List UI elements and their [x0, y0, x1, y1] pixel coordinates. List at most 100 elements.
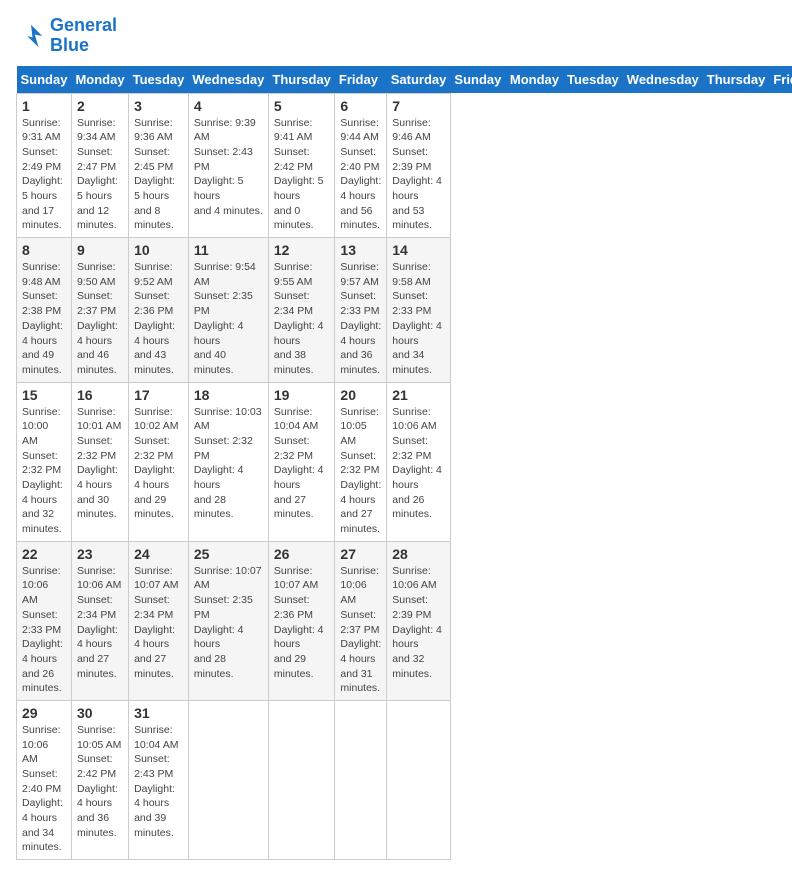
day-info: Sunrise: 10:07 AMSunset: 2:35 PMDaylight… [194, 564, 263, 682]
calendar-table: SundayMondayTuesdayWednesdayThursdayFrid… [16, 66, 792, 861]
calendar-day-cell [335, 700, 387, 859]
day-info: Sunrise: 9:58 AMSunset: 2:33 PMDaylight:… [392, 260, 445, 378]
calendar-day-cell: 23 Sunrise: 10:06 AMSunset: 2:34 PMDaylig… [71, 541, 128, 700]
day-number: 27 [340, 546, 381, 562]
calendar-day-cell: 5 Sunrise: 9:41 AMSunset: 2:42 PMDaylight… [268, 93, 335, 238]
day-number: 17 [134, 387, 183, 403]
day-info: Sunrise: 10:06 AMSunset: 2:37 PMDaylight… [340, 564, 381, 696]
calendar-day-cell: 6 Sunrise: 9:44 AMSunset: 2:40 PMDaylight… [335, 93, 387, 238]
day-info: Sunrise: 9:50 AMSunset: 2:37 PMDaylight:… [77, 260, 123, 378]
calendar-day-cell: 2Sunrise: 9:34 AMSunset: 2:47 PMDaylight… [71, 93, 128, 238]
header: General Blue [16, 16, 776, 56]
day-info: Sunrise: 10:04 AMSunset: 2:32 PMDaylight… [274, 405, 330, 523]
weekday-header-tuesday: Tuesday [563, 66, 623, 94]
weekday-header-wednesday: Wednesday [623, 66, 703, 94]
calendar-day-cell: 30 Sunrise: 10:05 AMSunset: 2:42 PMDaylig… [71, 700, 128, 859]
header-thursday: Thursday [268, 66, 335, 94]
calendar-day-cell: 15 Sunrise: 10:00 AMSunset: 2:32 PMDaylig… [17, 382, 72, 541]
calendar-week-row: 22 Sunrise: 10:06 AMSunset: 2:33 PMDaylig… [17, 541, 792, 700]
logo-text: General Blue [50, 16, 117, 56]
day-number: 31 [134, 705, 183, 721]
day-info: Sunrise: 10:06 AMSunset: 2:34 PMDaylight… [77, 564, 123, 682]
day-info: Sunrise: 10:06 AMSunset: 2:39 PMDaylight… [392, 564, 445, 682]
weekday-header-sunday: Sunday [450, 66, 505, 94]
calendar-day-cell: 7 Sunrise: 9:46 AMSunset: 2:39 PMDaylight… [387, 93, 451, 238]
day-info: Sunrise: 10:01 AMSunset: 2:32 PMDaylight… [77, 405, 123, 523]
day-info: Sunrise: 10:00 AMSunset: 2:32 PMDaylight… [22, 405, 66, 537]
day-number: 21 [392, 387, 445, 403]
day-info: Sunrise: 9:39 AMSunset: 2:43 PMDaylight:… [194, 116, 263, 219]
day-number: 25 [194, 546, 263, 562]
day-info: Sunrise: 9:57 AMSunset: 2:33 PMDaylight:… [340, 260, 381, 378]
day-number: 22 [22, 546, 66, 562]
day-number: 8 [22, 242, 66, 258]
day-info: Sunrise: 10:06 AMSunset: 2:33 PMDaylight… [22, 564, 66, 696]
calendar-week-row: 1 Sunrise: 9:31 AMSunset: 2:49 PMDaylight… [17, 93, 792, 238]
day-info: Sunrise: 10:05 AMSunset: 2:42 PMDaylight… [77, 723, 123, 841]
calendar-day-cell: 25 Sunrise: 10:07 AMSunset: 2:35 PMDaylig… [188, 541, 268, 700]
day-number: 12 [274, 242, 330, 258]
calendar-day-cell: 31 Sunrise: 10:04 AMSunset: 2:43 PMDaylig… [129, 700, 189, 859]
weekday-header-friday: Friday [769, 66, 792, 94]
calendar-day-cell: 26 Sunrise: 10:07 AMSunset: 2:36 PMDaylig… [268, 541, 335, 700]
day-info: Sunrise: 9:41 AMSunset: 2:42 PMDaylight:… [274, 116, 330, 234]
calendar-week-row: 29 Sunrise: 10:06 AMSunset: 2:40 PMDaylig… [17, 700, 792, 859]
day-number: 18 [194, 387, 263, 403]
day-number: 29 [22, 705, 66, 721]
logo: General Blue [16, 16, 117, 56]
calendar-day-cell: 18 Sunrise: 10:03 AMSunset: 2:32 PMDaylig… [188, 382, 268, 541]
day-info: Sunrise: 9:31 AMSunset: 2:49 PMDaylight:… [22, 116, 66, 234]
day-number: 30 [77, 705, 123, 721]
day-info: Sunrise: 10:04 AMSunset: 2:43 PMDaylight… [134, 723, 183, 841]
day-number: 24 [134, 546, 183, 562]
day-number: 15 [22, 387, 66, 403]
day-number: 1 [22, 98, 66, 114]
day-info: Sunrise: 10:07 AMSunset: 2:34 PMDaylight… [134, 564, 183, 682]
calendar-day-cell: 17Sunrise: 10:02 AMSunset: 2:32 PMDaylig… [129, 382, 189, 541]
day-number: 7 [392, 98, 445, 114]
calendar-day-cell [268, 700, 335, 859]
day-number: 13 [340, 242, 381, 258]
calendar-day-cell: 29 Sunrise: 10:06 AMSunset: 2:40 PMDaylig… [17, 700, 72, 859]
day-number: 5 [274, 98, 330, 114]
day-number: 26 [274, 546, 330, 562]
calendar-day-cell: 16 Sunrise: 10:01 AMSunset: 2:32 PMDaylig… [71, 382, 128, 541]
calendar-day-cell: 9Sunrise: 9:50 AMSunset: 2:37 PMDaylight… [71, 238, 128, 383]
day-info: Sunrise: 10:05 AMSunset: 2:32 PMDaylight… [340, 405, 381, 537]
calendar-week-row: 8Sunrise: 9:48 AMSunset: 2:38 PMDaylight… [17, 238, 792, 383]
header-tuesday: Tuesday [129, 66, 189, 94]
weekday-header-thursday: Thursday [703, 66, 770, 94]
header-sunday: Sunday [17, 66, 72, 94]
day-info: Sunrise: 9:34 AMSunset: 2:47 PMDaylight:… [77, 116, 123, 234]
day-info: Sunrise: 9:46 AMSunset: 2:39 PMDaylight:… [392, 116, 445, 234]
calendar-day-cell [188, 700, 268, 859]
day-number: 4 [194, 98, 263, 114]
calendar-day-cell: 11 Sunrise: 9:54 AMSunset: 2:35 PMDayligh… [188, 238, 268, 383]
calendar-week-row: 15 Sunrise: 10:00 AMSunset: 2:32 PMDaylig… [17, 382, 792, 541]
weekday-header-monday: Monday [506, 66, 563, 94]
calendar-day-cell: 8Sunrise: 9:48 AMSunset: 2:38 PMDaylight… [17, 238, 72, 383]
calendar-day-cell: 12Sunrise: 9:55 AMSunset: 2:34 PMDayligh… [268, 238, 335, 383]
header-friday: Friday [335, 66, 387, 94]
day-info: Sunrise: 10:07 AMSunset: 2:36 PMDaylight… [274, 564, 330, 682]
day-number: 28 [392, 546, 445, 562]
day-number: 6 [340, 98, 381, 114]
calendar-day-cell: 3Sunrise: 9:36 AMSunset: 2:45 PMDaylight… [129, 93, 189, 238]
calendar-day-cell: 10Sunrise: 9:52 AMSunset: 2:36 PMDayligh… [129, 238, 189, 383]
day-number: 10 [134, 242, 183, 258]
day-info: Sunrise: 9:54 AMSunset: 2:35 PMDaylight:… [194, 260, 263, 378]
calendar-day-cell [387, 700, 451, 859]
day-info: Sunrise: 10:06 AMSunset: 2:40 PMDaylight… [22, 723, 66, 855]
calendar-day-cell: 19Sunrise: 10:04 AMSunset: 2:32 PMDaylig… [268, 382, 335, 541]
day-number: 20 [340, 387, 381, 403]
day-number: 16 [77, 387, 123, 403]
calendar-day-cell: 24 Sunrise: 10:07 AMSunset: 2:34 PMDaylig… [129, 541, 189, 700]
day-number: 23 [77, 546, 123, 562]
calendar-day-cell: 14Sunrise: 9:58 AMSunset: 2:33 PMDayligh… [387, 238, 451, 383]
day-number: 11 [194, 242, 263, 258]
calendar-header-row: SundayMondayTuesdayWednesdayThursdayFrid… [17, 66, 792, 94]
day-info: Sunrise: 9:36 AMSunset: 2:45 PMDaylight:… [134, 116, 183, 234]
day-info: Sunrise: 10:03 AMSunset: 2:32 PMDaylight… [194, 405, 263, 523]
calendar-day-cell: 13 Sunrise: 9:57 AMSunset: 2:33 PMDayligh… [335, 238, 387, 383]
day-info: Sunrise: 9:44 AMSunset: 2:40 PMDaylight:… [340, 116, 381, 234]
